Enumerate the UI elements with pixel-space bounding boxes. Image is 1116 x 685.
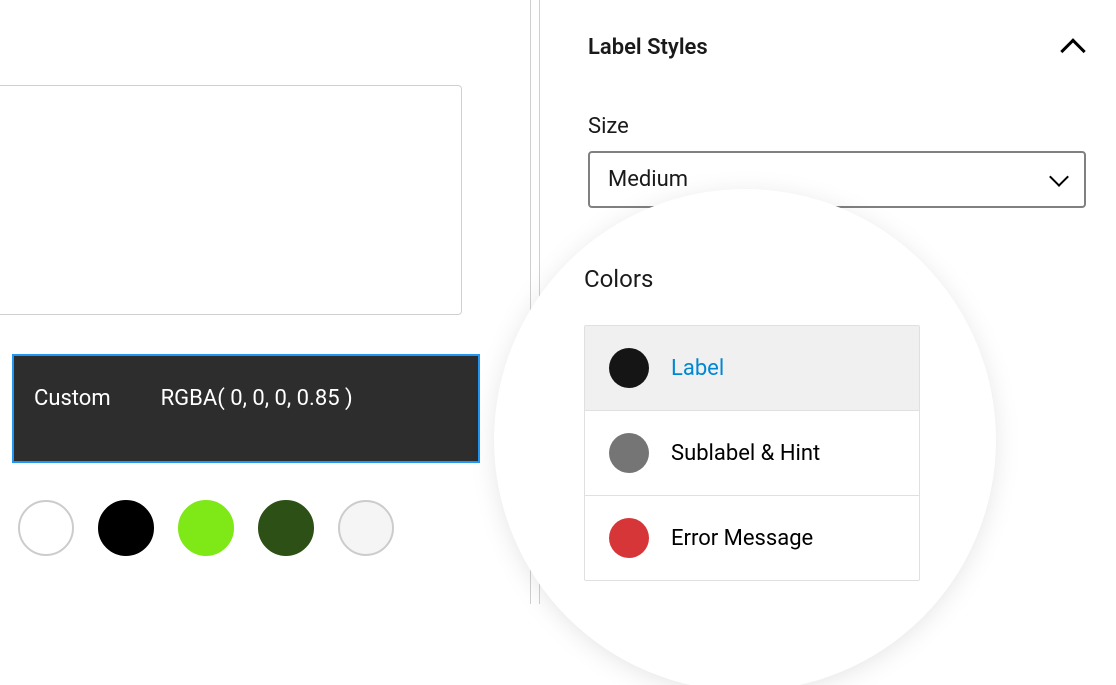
- color-name-sublabel: Sublabel & Hint: [671, 441, 820, 466]
- section-header[interactable]: Label Styles: [588, 20, 1086, 74]
- color-list: Label Sublabel & Hint Error Message: [584, 325, 920, 581]
- swatch-black[interactable]: [98, 500, 154, 556]
- custom-color-display: Custom RGBA( 0, 0, 0, 0.85 ): [14, 356, 478, 461]
- zoom-magnifier: Colors Label Sublabel & Hint Error Messa…: [500, 195, 990, 685]
- colors-heading: Colors: [584, 265, 920, 293]
- swatch-darkgreen[interactable]: [258, 500, 314, 556]
- left-panel: Custom RGBA( 0, 0, 0, 0.85 ): [0, 0, 530, 604]
- custom-label: Custom: [34, 386, 111, 411]
- color-dot-gray: [609, 433, 649, 473]
- size-label: Size: [588, 114, 1086, 139]
- color-row-sublabel[interactable]: Sublabel & Hint: [585, 411, 919, 496]
- size-select[interactable]: Medium: [588, 151, 1086, 208]
- color-row-error[interactable]: Error Message: [585, 496, 919, 580]
- color-dot-red: [609, 518, 649, 558]
- custom-value: RGBA( 0, 0, 0, 0.85 ): [161, 386, 353, 411]
- color-name-error: Error Message: [671, 526, 813, 551]
- chevron-up-icon: [1060, 38, 1085, 63]
- color-dot-black: [609, 348, 649, 388]
- custom-color-section[interactable]: Custom RGBA( 0, 0, 0, 0.85 ): [12, 354, 480, 463]
- swatch-lightgray[interactable]: [338, 500, 394, 556]
- section-title: Label Styles: [588, 35, 708, 60]
- color-swatches-row: [10, 490, 402, 566]
- swatch-white[interactable]: [18, 500, 74, 556]
- color-row-label[interactable]: Label: [585, 326, 919, 411]
- preview-box: [0, 85, 462, 315]
- color-name-label: Label: [671, 356, 724, 381]
- chevron-down-icon: [1049, 167, 1069, 187]
- swatch-lime[interactable]: [178, 500, 234, 556]
- size-value: Medium: [608, 167, 688, 192]
